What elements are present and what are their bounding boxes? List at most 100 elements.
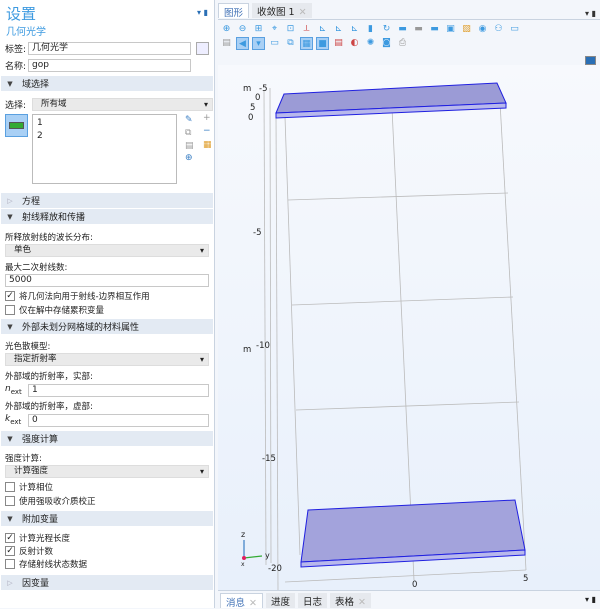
section-equation[interactable]: ▷ 方程 [1, 193, 213, 208]
select-all-icon[interactable]: ▣ [444, 23, 457, 36]
hide-icon[interactable]: ▬ [412, 23, 425, 36]
settings-panel: 设置 几何光学 ▾ ▮ 标签:几何光学 名称:gop ▼域选择 选择:所有域 1… [0, 0, 215, 608]
add-icon[interactable]: + [203, 113, 211, 123]
dispersion-dropdown[interactable]: 指定折射率 [5, 353, 209, 366]
mesh-icon[interactable]: ▦ [300, 37, 313, 50]
name-label: 名称: [5, 61, 27, 72]
zoom-out-icon[interactable]: ⊖ [236, 23, 249, 36]
selection-list[interactable]: 1 2 [32, 114, 177, 184]
section-material[interactable]: ▼ 外部未划分网格域的材料属性 [1, 319, 213, 334]
k-label: 外部域的折射率，虚部: [5, 402, 93, 412]
zoom-fit-icon[interactable]: ⊡ [284, 23, 297, 36]
selection-dropdown[interactable]: 所有域 [32, 97, 213, 111]
tab-progress[interactable]: 进度 [265, 593, 295, 608]
yz-view-icon[interactable]: ⊾ [332, 23, 345, 36]
image-icon[interactable] [585, 56, 596, 65]
n-input[interactable]: 1 [28, 383, 209, 397]
optical-path-checkbox[interactable]: ✓ 计算光程长度 [5, 532, 70, 544]
zoom-in-icon[interactable]: ⊕ [220, 23, 233, 36]
rotate-icon[interactable]: ↻ [380, 23, 393, 36]
comment-icon[interactable] [196, 41, 209, 55]
transparency-icon[interactable]: ⧉ [284, 37, 297, 50]
scene-light-icon[interactable]: ▤ [332, 37, 345, 50]
copy-icon[interactable]: ⧉ [185, 128, 191, 138]
store-accumulated-checkbox[interactable]: 仅在解中存储累积变量 [5, 304, 104, 316]
tab-convergence[interactable]: 收敛图 1 ✕ [252, 3, 312, 18]
wireframe-icon[interactable]: ▭ [268, 37, 281, 50]
list-item[interactable]: 1 [37, 117, 172, 130]
k-symbol: kext [5, 414, 22, 426]
pin-icon[interactable]: ▾ ▮ [197, 8, 208, 17]
show-icon[interactable]: ▬ [428, 23, 441, 36]
axes-icon[interactable]: ⟂ [300, 23, 313, 36]
color-icon[interactable]: ◐ [348, 37, 361, 50]
dispersion-label: 光色散模型: [5, 342, 51, 352]
select-mode-icon[interactable]: ◀ [236, 37, 249, 50]
tab-table[interactable]: 表格 ✕ [330, 593, 371, 608]
n-label: 外部域的折射率，实部: [5, 372, 93, 382]
tab-graphics[interactable]: 图形 [218, 3, 250, 19]
tick-label: -5 [253, 228, 261, 238]
users-icon[interactable]: ⚇ [492, 23, 505, 36]
label-label: 标签: [5, 44, 27, 55]
bottom-tabs: 消息 ✕ 进度 日志 表格 ✕ ▾ ▮ [218, 590, 600, 609]
section-additional-variables[interactable]: ▼ 附加变量 [1, 511, 213, 526]
eye-icon[interactable]: ◉ [476, 23, 489, 36]
normal-checkbox[interactable]: ✓ 将几何法向用于射线-边界相互作用 [5, 290, 150, 302]
graphics-canvas[interactable]: m -5 0 5 0 m -5 -10 -15 -20 0 5 z y x [218, 56, 600, 590]
max-rays-input[interactable]: 5000 [5, 274, 209, 287]
list-item[interactable]: 2 [37, 130, 172, 143]
active-toggle-button[interactable] [5, 114, 28, 137]
close-icon: ✕ [358, 597, 366, 608]
window-icon[interactable]: ▭ [508, 23, 521, 36]
zoom-extents-icon[interactable]: ⌖ [268, 23, 281, 36]
max-rays-label: 最大二次射线数: [5, 263, 68, 273]
print-icon[interactable]: ⎙ [396, 37, 409, 50]
remove-icon[interactable]: − [203, 126, 211, 136]
camera-icon[interactable]: ◙ [380, 37, 393, 50]
intensity-dropdown[interactable]: 计算强度 [5, 465, 209, 478]
xy-view-icon[interactable]: ⊾ [316, 23, 329, 36]
label-input[interactable]: 几何光学 [28, 41, 191, 55]
go-to-view-icon[interactable]: ▮ [364, 23, 377, 36]
selection-label: 选择: [5, 100, 27, 111]
xz-view-icon[interactable]: ⊾ [348, 23, 361, 36]
pin-icon[interactable]: ▾ ▮ [585, 595, 596, 604]
zoom-selection-icon[interactable]: ⊕ [185, 153, 193, 163]
paste-icon[interactable]: ▤ [185, 141, 194, 151]
wavelength-dropdown[interactable]: 单色 [5, 244, 209, 257]
layers-icon[interactable]: ▤ [220, 37, 233, 50]
section-ray-release[interactable]: ▼ 射线释放和传播 [1, 209, 213, 224]
close-icon: ✕ [298, 7, 307, 18]
axis-unit: m [243, 345, 251, 355]
zoom-box-icon[interactable]: ⊞ [252, 23, 265, 36]
tick-label: -15 [262, 454, 276, 464]
svg-text:z: z [241, 530, 245, 539]
tab-messages[interactable]: 消息 ✕ [220, 593, 263, 609]
clear-selection-icon[interactable]: ▧ [460, 23, 473, 36]
section-intensity[interactable]: ▼ 强度计算 [1, 431, 213, 446]
dropdown-icon[interactable]: ▾ [252, 37, 265, 50]
absorbing-correction-checkbox[interactable]: 使用强吸收介质校正 [5, 495, 96, 507]
intensity-label: 强度计算: [5, 454, 42, 464]
bottom-plate[interactable] [300, 499, 526, 568]
select-icon[interactable]: ▬ [396, 23, 409, 36]
top-plate[interactable] [275, 82, 507, 119]
tick-label: -20 [268, 564, 282, 574]
k-input[interactable]: 0 [28, 413, 209, 427]
tick-label: 5 [250, 103, 255, 113]
tab-log[interactable]: 日志 [298, 593, 328, 608]
svg-text:x: x [241, 561, 245, 568]
compute-phase-checkbox[interactable]: 计算相位 [5, 481, 53, 493]
panel-subtitle: 几何光学 [6, 27, 46, 38]
section-dependent-variables[interactable]: ▷ 因变量 [1, 575, 213, 590]
pin-icon[interactable]: ▾ ▮ [585, 9, 596, 18]
settings-icon[interactable]: ✺ [364, 37, 377, 50]
n-symbol: next [5, 384, 22, 396]
paint-icon[interactable]: ✎ [185, 115, 193, 125]
store-ray-state-checkbox[interactable]: 存储射线状态数据 [5, 558, 87, 570]
clear-icon[interactable]: ▦ [203, 140, 212, 150]
render-icon[interactable]: ■ [316, 37, 329, 50]
section-domain-selection[interactable]: ▼ 域选择 [1, 76, 213, 91]
reflection-count-checkbox[interactable]: ✓ 反射计数 [5, 545, 53, 557]
